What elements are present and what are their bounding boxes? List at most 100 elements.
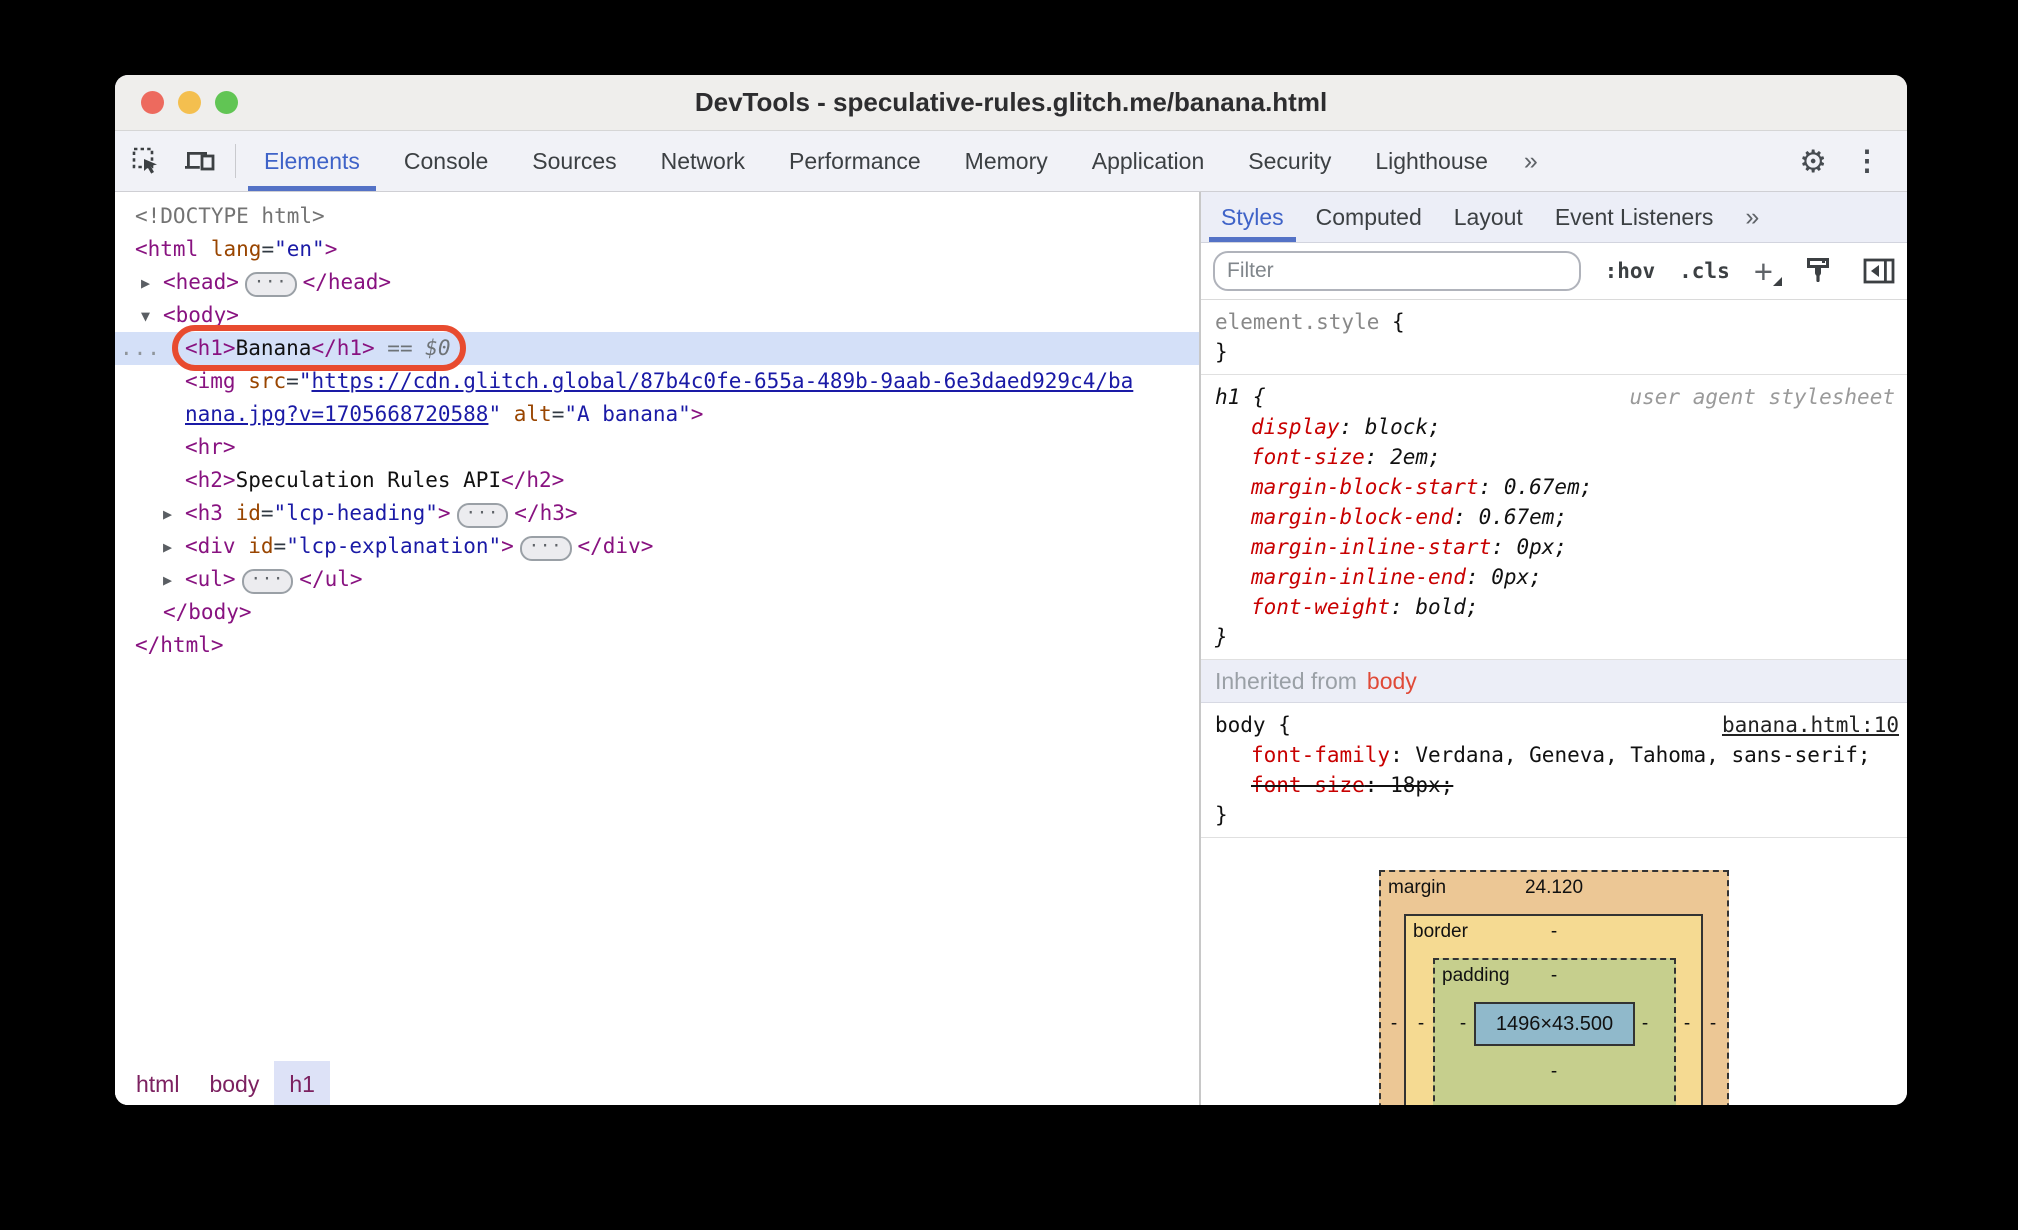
css-declaration[interactable]: margin-inline-start: 0px; bbox=[1215, 532, 1899, 562]
sidebar-more-tabs-icon[interactable]: » bbox=[1729, 192, 1775, 242]
attribute-value-link[interactable]: nana.jpg?v=1705668720588 bbox=[185, 402, 488, 426]
collapsed-children-ellipsis[interactable]: ··· bbox=[244, 272, 297, 297]
close-button[interactable] bbox=[141, 91, 164, 114]
collapsed-children-ellipsis[interactable]: ··· bbox=[519, 536, 572, 561]
pseudo-state-toggle[interactable]: :hov bbox=[1605, 259, 1656, 283]
expand-right-icon[interactable]: ▶ bbox=[163, 564, 185, 597]
minimize-button[interactable] bbox=[178, 91, 201, 114]
code-segment: <img bbox=[185, 369, 236, 393]
devtools-toolbar: Elements Console Sources Network Performance… bbox=[115, 131, 1907, 192]
inherited-from-header: Inherited from body bbox=[1201, 660, 1907, 703]
dom-node[interactable]: ▶ <div id="lcp-explanation"> ··· </div> bbox=[115, 530, 1199, 563]
code-segment: <ul> bbox=[185, 567, 236, 591]
code-segment: </h3> bbox=[514, 501, 578, 525]
dom-node[interactable]: <img src="https://cdn.glitch.global/87b4… bbox=[115, 365, 1199, 398]
css-declaration[interactable]: margin-block-end: 0.67em; bbox=[1215, 502, 1899, 532]
dom-node[interactable]: ▼ <body> bbox=[115, 299, 1199, 332]
dom-node[interactable]: ▶ <ul> ··· </ul> bbox=[115, 563, 1199, 596]
sidebar-tab-event-listeners[interactable]: Event Listeners bbox=[1539, 192, 1730, 242]
attribute-value-link[interactable]: https://cdn.glitch.global/87b4c0fe-655a-… bbox=[311, 369, 1133, 393]
dom-node[interactable]: <html lang="en"> bbox=[115, 233, 1199, 266]
h1-rule-selector: h1 { bbox=[1215, 385, 1266, 409]
devtools-window: DevTools - speculative-rules.glitch.me/b… bbox=[115, 75, 1907, 1105]
screenshot-canvas: { "colors": { "accent_blue": "#3f63c8", … bbox=[0, 0, 2018, 1230]
inherited-from-body-link[interactable]: body bbox=[1367, 668, 1417, 695]
code-segment: "A banana" bbox=[564, 402, 691, 426]
dom-node[interactable]: <hr> bbox=[115, 431, 1199, 464]
code-segment: == $0 bbox=[374, 336, 451, 360]
inspect-icon[interactable] bbox=[131, 146, 161, 176]
expand-right-icon[interactable]: ▶ bbox=[163, 498, 185, 531]
code-segment: = bbox=[551, 402, 565, 426]
collapsed-children-ellipsis[interactable]: ··· bbox=[241, 569, 294, 594]
tab-elements[interactable]: Elements bbox=[242, 131, 382, 191]
body-rule-selector: body { bbox=[1215, 713, 1291, 737]
tab-sources[interactable]: Sources bbox=[510, 131, 638, 191]
css-declaration[interactable]: font-family: Verdana, Geneva, Tahoma, sa… bbox=[1215, 740, 1899, 770]
dom-node-selected[interactable]: ... <h1>Banana</h1> == $0 bbox=[115, 325, 1199, 371]
code-segment: <body> bbox=[163, 303, 239, 327]
border-top-value: - bbox=[1550, 921, 1558, 942]
dom-node[interactable]: <!DOCTYPE html> bbox=[115, 200, 1199, 233]
settings-gear-icon[interactable]: ⚙ bbox=[1799, 146, 1827, 177]
styles-filter-input[interactable] bbox=[1213, 251, 1581, 291]
h1-declarations: display: block; font-size: 2em; margin-blo… bbox=[1215, 412, 1899, 622]
sidebar-tab-styles[interactable]: Styles bbox=[1205, 192, 1300, 242]
expand-down-icon[interactable]: ▼ bbox=[141, 300, 163, 333]
body-rule[interactable]: body { banana.html:10 font-family: Verda… bbox=[1201, 703, 1907, 838]
tab-security[interactable]: Security bbox=[1226, 131, 1353, 191]
code-segment: </h2> bbox=[501, 468, 565, 492]
css-declaration[interactable]: margin-inline-end: 0px; bbox=[1215, 562, 1899, 592]
css-declaration[interactable]: display: block; bbox=[1215, 412, 1899, 442]
css-declaration[interactable]: font-size: 2em; bbox=[1215, 442, 1899, 472]
zoom-button[interactable] bbox=[215, 91, 238, 114]
dom-node[interactable]: ▶ <head> ··· </head> bbox=[115, 266, 1199, 299]
rendering-brush-icon[interactable] bbox=[1803, 255, 1833, 287]
code-segment: = bbox=[286, 369, 299, 393]
element-class-toggle[interactable]: .cls bbox=[1679, 259, 1730, 283]
code-segment: > bbox=[437, 501, 451, 525]
code-segment: <!DOCTYPE html> bbox=[135, 204, 325, 228]
element-style-rule[interactable]: element.style { } bbox=[1201, 300, 1907, 375]
css-declaration[interactable]: font-size: 18px; bbox=[1215, 770, 1899, 800]
css-declaration[interactable]: margin-block-start: 0.67em; bbox=[1215, 472, 1899, 502]
tab-performance[interactable]: Performance bbox=[767, 131, 943, 191]
dom-node[interactable]: <h2>Speculation Rules API</h2> bbox=[115, 464, 1199, 497]
code-segment: </h1> bbox=[311, 336, 375, 360]
collapsed-children-ellipsis[interactable]: ··· bbox=[456, 503, 509, 528]
sidebar-tab-computed[interactable]: Computed bbox=[1300, 192, 1438, 242]
more-tabs-icon[interactable]: » bbox=[1510, 131, 1552, 191]
expand-right-icon[interactable]: ▶ bbox=[163, 531, 185, 564]
node-options-ellipsis[interactable]: ... bbox=[120, 332, 161, 365]
breadcrumb-item-body[interactable]: body bbox=[194, 1061, 274, 1105]
traffic-lights bbox=[141, 75, 238, 130]
expand-right-icon[interactable]: ▶ bbox=[141, 267, 163, 300]
tab-memory[interactable]: Memory bbox=[943, 131, 1070, 191]
tab-application[interactable]: Application bbox=[1070, 131, 1227, 191]
styles-sidebar: StylesComputedLayoutEvent Listeners» :ho… bbox=[1201, 192, 1907, 1105]
h1-rule[interactable]: h1 { user agent stylesheet display: bloc… bbox=[1201, 375, 1907, 660]
dom-node[interactable]: </body> bbox=[115, 596, 1199, 629]
sidebar-tab-layout[interactable]: Layout bbox=[1438, 192, 1539, 242]
breadcrumb-item-h1[interactable]: h1 bbox=[274, 1061, 330, 1105]
code-segment: " bbox=[298, 369, 312, 393]
device-toolbar-icon[interactable] bbox=[183, 146, 217, 176]
dom-node[interactable]: </html> bbox=[115, 629, 1199, 662]
kebab-menu-icon[interactable]: ⋮ bbox=[1853, 147, 1881, 175]
tab-lighthouse[interactable]: Lighthouse bbox=[1353, 131, 1510, 191]
dom-node[interactable]: ▶ <h3 id="lcp-heading"> ··· </h3> bbox=[115, 497, 1199, 530]
dom-node[interactable]: nana.jpg?v=1705668720588" alt="A banana"… bbox=[115, 398, 1199, 431]
css-declaration[interactable]: font-weight: bold; bbox=[1215, 592, 1899, 622]
border-left-value: - bbox=[1417, 1013, 1425, 1034]
toggle-sidebar-icon[interactable] bbox=[1863, 257, 1895, 285]
box-model-content[interactable]: 1496×43.500 bbox=[1474, 1002, 1635, 1046]
new-style-rule-button[interactable]: + bbox=[1754, 255, 1783, 288]
code-segment: lang bbox=[210, 237, 262, 261]
tab-console[interactable]: Console bbox=[382, 131, 510, 191]
tab-network[interactable]: Network bbox=[639, 131, 767, 191]
code-segment: </html> bbox=[135, 633, 224, 657]
code-segment: > bbox=[324, 237, 338, 261]
breadcrumb-item-html[interactable]: html bbox=[121, 1061, 194, 1105]
stylesheet-source-link[interactable]: banana.html:10 bbox=[1722, 710, 1899, 740]
